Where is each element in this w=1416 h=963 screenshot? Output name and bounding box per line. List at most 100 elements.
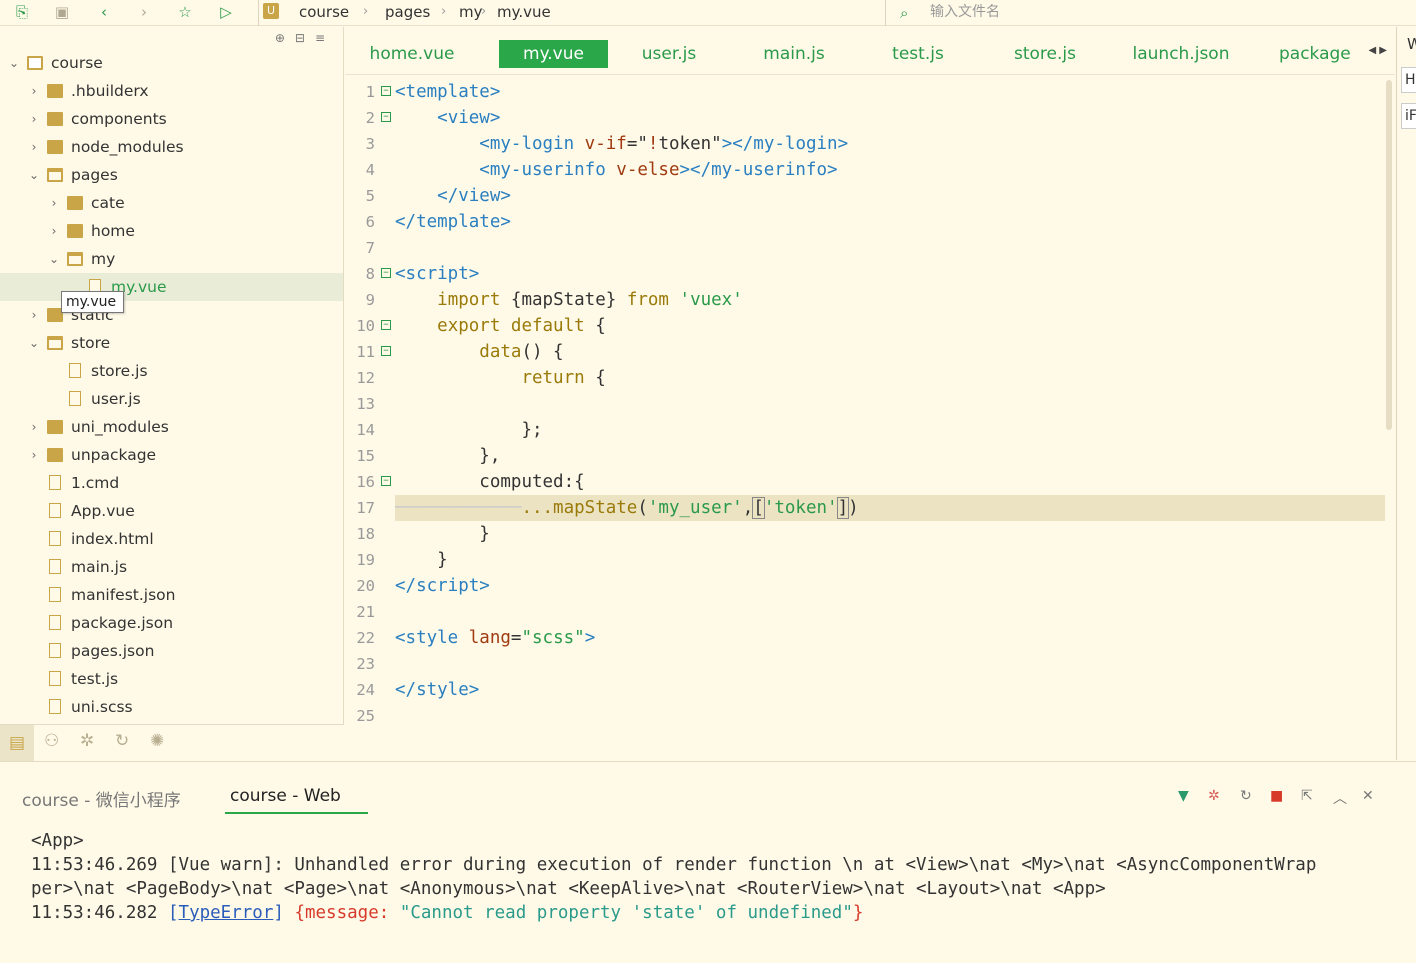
fold-icon[interactable]: − [381, 476, 391, 486]
right-pane-field[interactable]: iF [1401, 103, 1416, 129]
code-line[interactable]: 8− <script> [345, 261, 1395, 287]
code-line[interactable]: 1− <template> [345, 79, 1395, 105]
tree-item[interactable]: manifest.json [0, 581, 343, 609]
tree-item[interactable]: › components [0, 105, 343, 133]
code-line[interactable]: 6 </template> [345, 209, 1395, 235]
chevron-right-icon[interactable]: › [28, 77, 40, 105]
debug-icon[interactable]: ✲ [80, 731, 94, 751]
fold-icon[interactable]: − [381, 268, 391, 278]
code-line[interactable]: 20 </script> [345, 573, 1395, 599]
tree-item[interactable]: pages.json [0, 637, 343, 665]
editor-scrollbar[interactable] [1386, 80, 1392, 430]
code-line[interactable]: 7 [345, 235, 1395, 261]
star-icon[interactable]: ☆ [175, 2, 195, 22]
vue-icon[interactable]: ▼ [1178, 788, 1189, 804]
chevron-right-icon[interactable]: › [48, 189, 60, 217]
code-line[interactable]: 25 [345, 703, 1395, 729]
code-line[interactable]: 18 } [345, 521, 1395, 547]
fold-icon[interactable]: − [381, 112, 391, 122]
tab-my-vue[interactable]: my.vue [499, 40, 608, 68]
code-line[interactable]: 22 <style lang="scss"> [345, 625, 1395, 651]
file-search-input[interactable]: ⌕ 输入文件名 [896, 0, 1416, 26]
chevron-down-icon[interactable]: ⌄ [48, 245, 60, 273]
tree-item[interactable]: main.js [0, 553, 343, 581]
forward-icon[interactable]: › [134, 2, 154, 22]
code-line[interactable]: 15 }, [345, 443, 1395, 469]
tree-item[interactable]: 1.cmd [0, 469, 343, 497]
code-line[interactable]: 12 return { [345, 365, 1395, 391]
tab-home-vue[interactable]: home.vue [357, 40, 467, 68]
code-line[interactable]: 10− export default { [345, 313, 1395, 339]
breadcrumb-item[interactable]: my.vue [497, 0, 551, 24]
tree-item[interactable]: ⌄ store [0, 329, 343, 357]
code-line[interactable]: 24 </style> [345, 677, 1395, 703]
stop-icon[interactable]: ■ [1270, 788, 1283, 804]
tree-item[interactable]: › cate [0, 189, 343, 217]
code-line[interactable]: 23 [345, 651, 1395, 677]
tab-store-js[interactable]: store.js [997, 40, 1093, 68]
breadcrumb-item[interactable]: course [299, 0, 349, 24]
tree-item[interactable]: index.html [0, 525, 343, 553]
chevron-right-icon[interactable]: › [28, 105, 40, 133]
tree-item[interactable]: › .hbuilderx [0, 77, 343, 105]
code-line[interactable]: 14 }; [345, 417, 1395, 443]
new-file-icon[interactable]: ⎘ [12, 2, 32, 22]
right-pane-field[interactable]: H [1401, 67, 1416, 93]
code-line[interactable]: 16− computed:{ [345, 469, 1395, 495]
code-line[interactable]: 21 [345, 599, 1395, 625]
clear-icon[interactable]: ✕ [1362, 788, 1374, 804]
tab-main-js[interactable]: main.js [749, 40, 839, 68]
tab-package[interactable]: package [1279, 40, 1361, 68]
plugin-icon[interactable]: ✺ [150, 731, 164, 751]
save-icon[interactable]: ▣ [52, 2, 72, 22]
tree-item[interactable]: my.vue [0, 273, 343, 301]
chevron-right-icon[interactable]: › [28, 133, 40, 161]
chevron-right-icon[interactable]: › [28, 413, 40, 441]
tree-item[interactable]: user.js [0, 385, 343, 413]
tree-item[interactable]: › unpackage [0, 441, 343, 469]
code-line[interactable]: 11− data() { [345, 339, 1395, 365]
locate-icon[interactable]: ⊕ [275, 31, 295, 45]
tree-item[interactable]: ⌄ pages [0, 161, 343, 189]
restart-icon[interactable]: ↻ [1240, 788, 1252, 804]
chevron-up-icon[interactable]: ︿ [1333, 788, 1347, 808]
chevron-down-icon[interactable]: ⌄ [8, 49, 20, 77]
collapse-icon[interactable]: ⊟ [295, 31, 315, 45]
code-line[interactable]: 5 </view> [345, 183, 1395, 209]
chevron-right-icon[interactable]: › [28, 301, 40, 329]
chevron-right-icon[interactable]: › [48, 217, 60, 245]
tree-item[interactable]: › node_modules [0, 133, 343, 161]
tree-item[interactable]: uni.scss [0, 693, 343, 721]
tree-item[interactable]: › uni_modules [0, 413, 343, 441]
tab-test-js[interactable]: test.js [873, 40, 963, 68]
tree-item[interactable]: test.js [0, 665, 343, 693]
code-line[interactable]: 17 ────────────...mapState('my_user',['to… [345, 495, 1395, 521]
binoculars-icon[interactable]: ⚇ [44, 731, 59, 751]
chevron-down-icon[interactable]: ⌄ [28, 329, 40, 357]
code-line[interactable]: 9 import {mapState} from 'vuex' [345, 287, 1395, 313]
tree-item[interactable]: package.json [0, 609, 343, 637]
code-line[interactable]: 13 [345, 391, 1395, 417]
bug-icon[interactable]: ✲ [1208, 788, 1220, 804]
console-tab-wechat[interactable]: course - 微信小程序 [22, 786, 181, 811]
chevron-right-icon[interactable]: › [28, 441, 40, 469]
fold-icon[interactable]: − [381, 86, 391, 96]
tab-user-js[interactable]: user.js [625, 40, 713, 68]
run-icon[interactable]: ▷ [216, 2, 236, 22]
error-type-link[interactable]: TypeError [179, 903, 274, 923]
breadcrumb-item[interactable]: pages [385, 0, 430, 24]
fold-icon[interactable]: − [381, 346, 391, 356]
code-line[interactable]: 3 <my-login v-if="!token"></my-login> [345, 131, 1395, 157]
console-tab-web[interactable]: course - Web [230, 786, 341, 806]
tree-item[interactable]: store.js [0, 357, 343, 385]
breadcrumb-item[interactable]: my [459, 0, 483, 24]
tree-item[interactable]: ⌄ my [0, 245, 343, 273]
code-line[interactable]: 19 } [345, 547, 1395, 573]
tree-item[interactable]: › static [0, 301, 343, 329]
back-icon[interactable]: ‹ [94, 2, 114, 22]
code-line[interactable]: 4 <my-userinfo v-else></my-userinfo> [345, 157, 1395, 183]
export-icon[interactable]: ⇱ [1301, 788, 1313, 804]
menu-icon[interactable]: ≡ [315, 31, 335, 45]
fold-icon[interactable]: − [381, 320, 391, 330]
explorer-icon[interactable]: ▤ [0, 725, 34, 761]
